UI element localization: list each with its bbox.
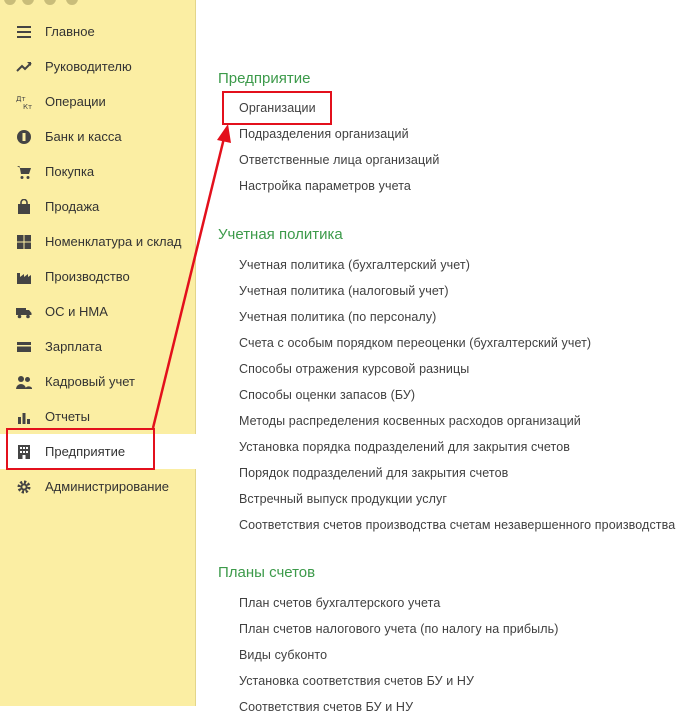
cart-icon	[15, 163, 33, 181]
menu-lines-icon	[15, 23, 33, 41]
link-departments[interactable]: Подразделения организаций	[239, 127, 409, 141]
sidebar-item-label: Продажа	[45, 199, 100, 214]
debit-credit-icon: Дт Кт	[15, 93, 33, 111]
building-icon	[15, 443, 33, 461]
sidebar-item-operations[interactable]: Дт Кт Операции	[0, 84, 196, 119]
link-bu-nu-mapping[interactable]: Соответствия счетов БУ и НУ	[239, 700, 413, 714]
people-icon	[15, 373, 33, 391]
section-title-accounting-policy: Учетная политика	[218, 226, 343, 243]
sidebar-item-label: Отчеты	[45, 409, 90, 424]
sidebar-item-label: ОС и НМА	[45, 304, 108, 319]
truck-icon	[15, 303, 33, 321]
trend-up-icon	[15, 58, 33, 76]
link-set-bu-nu-mapping[interactable]: Установка соответствия счетов БУ и НУ	[239, 674, 474, 688]
link-revaluation-accounts[interactable]: Счета с особым порядком переоценки (бухг…	[239, 336, 591, 350]
bar-chart-icon	[15, 408, 33, 426]
link-wip-account-mapping[interactable]: Соответствия счетов производства счетам …	[239, 518, 675, 532]
svg-text:Кт: Кт	[23, 103, 32, 110]
section-title-enterprise: Предприятие	[218, 70, 311, 87]
sidebar-item-label: Банк и касса	[45, 129, 122, 144]
sidebar-item-label: Номенклатура и склад	[45, 234, 182, 249]
link-counter-output[interactable]: Встречный выпуск продукции услуг	[239, 492, 447, 506]
sidebar-item-sales[interactable]: Продажа	[0, 189, 196, 224]
sidebar-top-cut-icons	[0, 0, 196, 8]
grid-icon	[15, 233, 33, 251]
link-inventory-valuation[interactable]: Способы оценки запасов (БУ)	[239, 388, 415, 402]
link-department-order[interactable]: Порядок подразделений для закрытия счето…	[239, 466, 508, 480]
sidebar-item-label: Зарплата	[45, 339, 102, 354]
sidebar-item-purchase[interactable]: Покупка	[0, 154, 196, 189]
link-policy-accounting[interactable]: Учетная политика (бухгалтерский учет)	[239, 258, 470, 272]
sidebar-item-production[interactable]: Производство	[0, 259, 196, 294]
sidebar-item-label: Предприятие	[45, 444, 126, 459]
sidebar-item-label: Администрирование	[45, 479, 169, 494]
link-chart-tax[interactable]: План счетов налогового учета (по налогу …	[239, 622, 559, 636]
sidebar-item-nomenclature[interactable]: Номенклатура и склад	[0, 224, 196, 259]
sidebar-item-hr[interactable]: Кадровый учет	[0, 364, 196, 399]
sidebar: Главное Руководителю Дт Кт Операции Банк …	[0, 0, 196, 706]
svg-text:Дт: Дт	[16, 95, 26, 103]
link-policy-tax[interactable]: Учетная политика (налоговый учет)	[239, 284, 449, 298]
sidebar-item-label: Главное	[45, 24, 95, 39]
link-chart-accounting[interactable]: План счетов бухгалтерского учета	[239, 596, 440, 610]
link-set-department-order[interactable]: Установка порядка подразделений для закр…	[239, 440, 570, 454]
sidebar-item-label: Кадровый учет	[45, 374, 135, 389]
sidebar-item-salary[interactable]: Зарплата	[0, 329, 196, 364]
sidebar-item-label: Производство	[45, 269, 130, 284]
link-indirect-cost-methods[interactable]: Методы распределения косвенных расходов …	[239, 414, 581, 428]
link-exchange-difference[interactable]: Способы отражения курсовой разницы	[239, 362, 469, 376]
sidebar-item-bank[interactable]: Банк и касса	[0, 119, 196, 154]
sidebar-item-label: Руководителю	[45, 59, 132, 74]
link-accounting-settings[interactable]: Настройка параметров учета	[239, 179, 411, 193]
section-title-charts-of-accounts: Планы счетов	[218, 564, 316, 581]
sidebar-item-reports[interactable]: Отчеты	[0, 399, 196, 434]
sidebar-item-enterprise[interactable]: Предприятие	[0, 434, 196, 469]
link-subconto-types[interactable]: Виды субконто	[239, 648, 327, 662]
main-panel: Предприятие Организации Подразделения ор…	[197, 0, 691, 714]
link-organizations[interactable]: Организации	[239, 101, 316, 115]
sidebar-item-label: Покупка	[45, 164, 95, 179]
sidebar-item-label: Операции	[45, 94, 106, 109]
factory-icon	[15, 268, 33, 286]
wallet-icon	[15, 338, 33, 356]
sidebar-item-manager[interactable]: Руководителю	[0, 49, 196, 84]
sidebar-item-admin[interactable]: Администрирование	[0, 469, 196, 504]
link-policy-personnel[interactable]: Учетная политика (по персоналу)	[239, 310, 436, 324]
shopping-bag-icon	[15, 198, 33, 216]
link-responsible-persons[interactable]: Ответственные лица организаций	[239, 153, 439, 167]
coin-icon	[15, 128, 33, 146]
gear-icon	[15, 478, 33, 496]
sidebar-item-fixed-assets[interactable]: ОС и НМА	[0, 294, 196, 329]
sidebar-item-main[interactable]: Главное	[0, 14, 196, 49]
